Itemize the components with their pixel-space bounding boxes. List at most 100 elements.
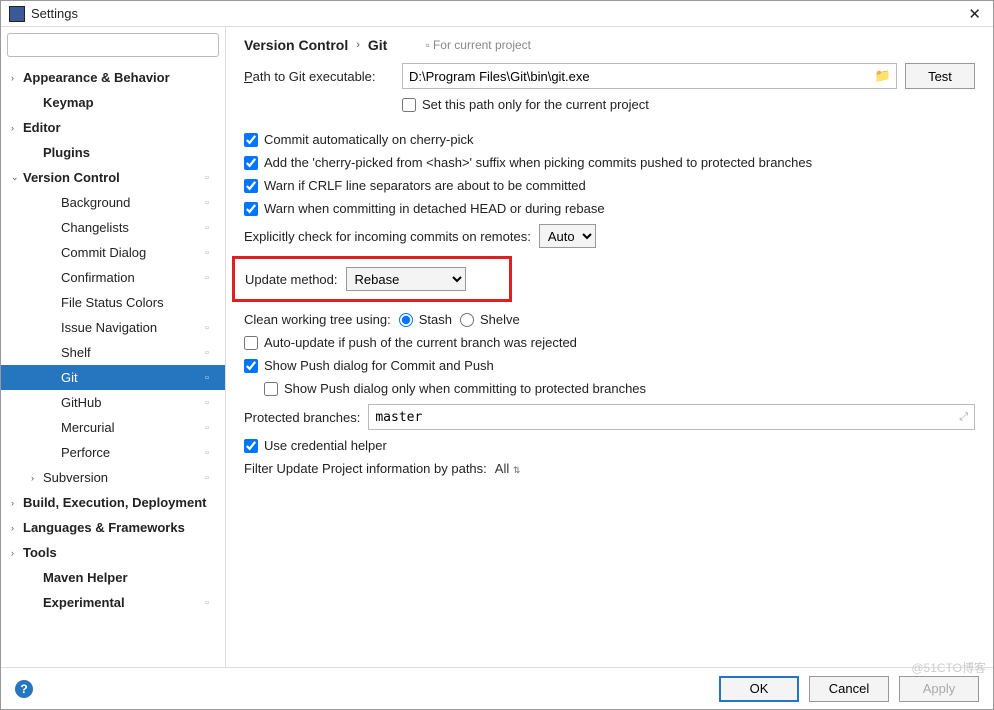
sidebar-item-label: Commit Dialog <box>61 245 205 260</box>
sidebar-item-label: Experimental <box>43 595 205 610</box>
help-icon[interactable]: ? <box>15 680 33 698</box>
sidebar-item-git[interactable]: Git▫ <box>1 365 225 390</box>
sidebar-item-file-status-colors[interactable]: File Status Colors <box>1 290 225 315</box>
sidebar-item-label: Git <box>61 370 205 385</box>
sidebar: 🔍 ›Appearance & BehaviorKeymap›EditorPlu… <box>1 27 226 667</box>
filter-paths-label: Filter Update Project information by pat… <box>244 461 487 476</box>
auto-update-label: Auto-update if push of the current branc… <box>264 335 577 350</box>
protected-branches-label: Protected branches: <box>244 410 360 425</box>
project-config-icon: ▫ <box>205 172 219 184</box>
sidebar-item-label: Tools <box>23 545 225 560</box>
sidebar-item-perforce[interactable]: Perforce▫ <box>1 440 225 465</box>
folder-icon[interactable]: 📁 <box>870 68 896 84</box>
footer: ? OK Cancel Apply <box>1 667 993 709</box>
sidebar-item-languages-frameworks[interactable]: ›Languages & Frameworks <box>1 515 225 540</box>
sidebar-item-label: File Status Colors <box>61 295 225 310</box>
update-method-highlight: Update method: Rebase <box>232 256 512 302</box>
shelve-radio[interactable] <box>460 313 474 327</box>
git-path-field-wrap: 📁 <box>402 63 897 89</box>
sidebar-item-label: Languages & Frameworks <box>23 520 225 535</box>
warn-crlf-checkbox[interactable] <box>244 179 258 193</box>
sidebar-item-version-control[interactable]: ⌄Version Control▫ <box>1 165 225 190</box>
sidebar-item-commit-dialog[interactable]: Commit Dialog▫ <box>1 240 225 265</box>
clean-tree-label: Clean working tree using: <box>244 312 391 327</box>
sidebar-item-experimental[interactable]: Experimental▫ <box>1 590 225 615</box>
sidebar-item-shelf[interactable]: Shelf▫ <box>1 340 225 365</box>
chevron-right-icon: › <box>11 523 23 533</box>
sort-icon: ⇅ <box>513 465 521 475</box>
sidebar-item-tools[interactable]: ›Tools <box>1 540 225 565</box>
sidebar-item-background[interactable]: Background▫ <box>1 190 225 215</box>
cancel-button[interactable]: Cancel <box>809 676 889 702</box>
chevron-down-icon: ⌄ <box>11 172 23 183</box>
test-button[interactable]: Test <box>905 63 975 89</box>
sidebar-item-label: Perforce <box>61 445 205 460</box>
sidebar-item-editor[interactable]: ›Editor <box>1 115 225 140</box>
project-config-icon: ▫ <box>205 322 219 334</box>
app-logo-icon <box>9 6 25 22</box>
show-push-checkbox[interactable] <box>244 359 258 373</box>
sidebar-item-subversion[interactable]: ›Subversion▫ <box>1 465 225 490</box>
sidebar-item-mercurial[interactable]: Mercurial▫ <box>1 415 225 440</box>
sidebar-item-changelists[interactable]: Changelists▫ <box>1 215 225 240</box>
sidebar-item-confirmation[interactable]: Confirmation▫ <box>1 265 225 290</box>
credential-helper-checkbox[interactable] <box>244 439 258 453</box>
stash-radio[interactable] <box>399 313 413 327</box>
show-push-only-label: Show Push dialog only when committing to… <box>284 381 646 396</box>
project-config-icon: ▫ <box>205 197 219 209</box>
explicit-check-select[interactable]: Auto <box>539 224 596 248</box>
chevron-right-icon: › <box>11 498 23 508</box>
sidebar-item-label: GitHub <box>61 395 205 410</box>
auto-update-checkbox[interactable] <box>244 336 258 350</box>
git-path-input[interactable] <box>403 65 870 87</box>
project-config-icon: ▫ <box>205 472 219 484</box>
chevron-right-icon: › <box>11 123 23 133</box>
stash-label: Stash <box>419 312 452 327</box>
sidebar-item-label: Mercurial <box>61 420 205 435</box>
credential-helper-label: Use credential helper <box>264 438 387 453</box>
add-suffix-label: Add the 'cherry-picked from <hash>' suff… <box>264 155 812 170</box>
sidebar-item-keymap[interactable]: Keymap <box>1 90 225 115</box>
ok-button[interactable]: OK <box>719 676 799 702</box>
add-suffix-checkbox[interactable] <box>244 156 258 170</box>
expand-icon[interactable]: ⤢ <box>959 411 968 424</box>
project-config-icon: ▫ <box>205 422 219 434</box>
watermark: @51CTO博客 <box>911 659 986 676</box>
sidebar-item-plugins[interactable]: Plugins <box>1 140 225 165</box>
breadcrumb-leaf: Git <box>368 37 387 53</box>
close-icon[interactable]: ✕ <box>964 5 985 23</box>
project-config-icon: ▫ <box>205 397 219 409</box>
titlebar: Settings ✕ <box>1 1 993 27</box>
git-path-label: Path to Git executable: <box>244 69 394 84</box>
sidebar-item-label: Changelists <box>61 220 205 235</box>
sidebar-item-label: Subversion <box>43 470 205 485</box>
set-path-project-checkbox[interactable] <box>402 98 416 112</box>
project-config-icon: ▫ <box>205 222 219 234</box>
sidebar-item-label: Plugins <box>43 145 225 160</box>
sidebar-item-label: Appearance & Behavior <box>23 70 225 85</box>
project-config-icon: ▫ <box>205 247 219 259</box>
chevron-right-icon: › <box>11 73 23 83</box>
sidebar-item-label: Background <box>61 195 205 210</box>
search-input[interactable] <box>7 33 219 57</box>
project-config-icon: ▫ <box>205 347 219 359</box>
breadcrumb-root[interactable]: Version Control <box>244 37 348 53</box>
chevron-right-icon: › <box>31 473 43 483</box>
project-config-icon: ▫ <box>205 272 219 284</box>
chevron-right-icon: › <box>356 39 360 51</box>
show-push-only-checkbox[interactable] <box>264 382 278 396</box>
warn-detached-label: Warn when committing in detached HEAD or… <box>264 201 605 216</box>
sidebar-item-maven-helper[interactable]: Maven Helper <box>1 565 225 590</box>
update-method-select[interactable]: Rebase <box>346 267 466 291</box>
warn-detached-checkbox[interactable] <box>244 202 258 216</box>
sidebar-item-build-execution-deployment[interactable]: ›Build, Execution, Deployment <box>1 490 225 515</box>
sidebar-item-label: Build, Execution, Deployment <box>23 495 225 510</box>
sidebar-item-appearance-behavior[interactable]: ›Appearance & Behavior <box>1 65 225 90</box>
sidebar-item-issue-navigation[interactable]: Issue Navigation▫ <box>1 315 225 340</box>
filter-paths-value[interactable]: All ⇅ <box>495 461 521 476</box>
sidebar-item-github[interactable]: GitHub▫ <box>1 390 225 415</box>
sidebar-item-label: Confirmation <box>61 270 205 285</box>
protected-branches-input[interactable] <box>375 410 959 425</box>
apply-button[interactable]: Apply <box>899 676 979 702</box>
commit-auto-checkbox[interactable] <box>244 133 258 147</box>
